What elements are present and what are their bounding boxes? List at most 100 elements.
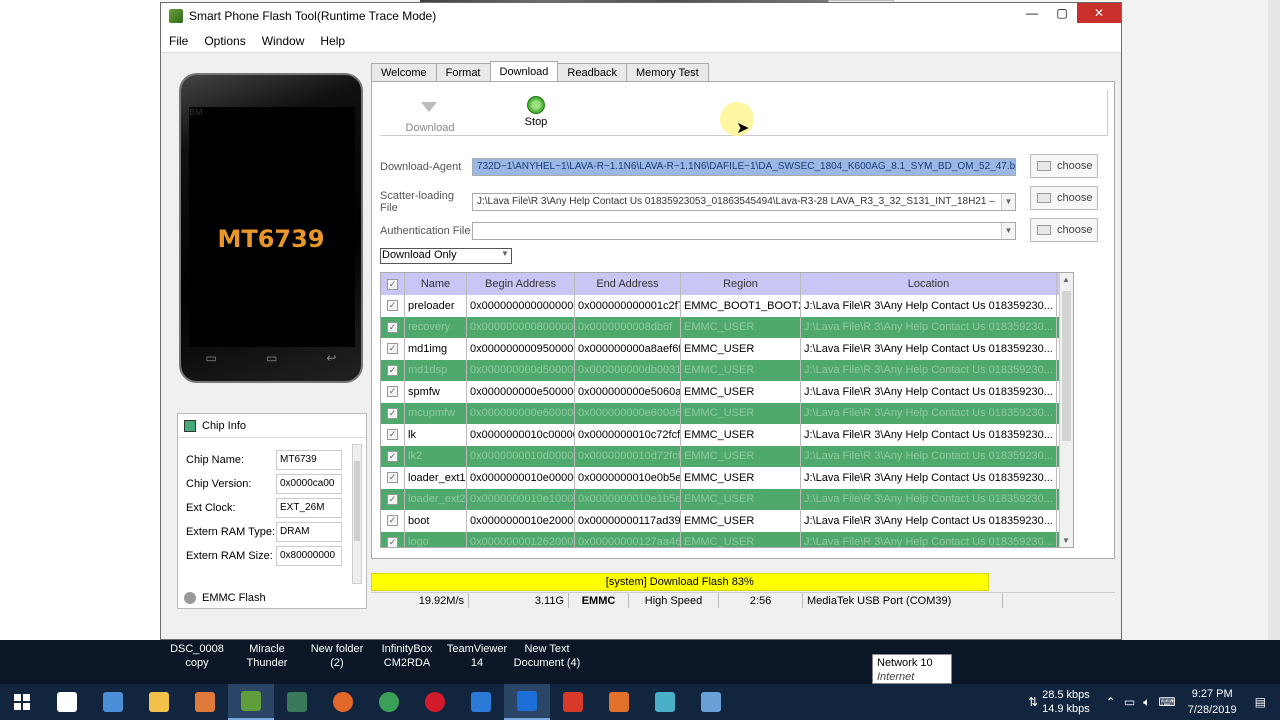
- taskbar-app[interactable]: [182, 684, 228, 720]
- scrollbar-thumb[interactable]: [1062, 291, 1071, 441]
- cell-begin-address: 0x0000000010c00000: [467, 424, 575, 446]
- cell-location: J:\Lava File\R 3\Any Help Contact Us 018…: [801, 531, 1057, 547]
- minimize-button[interactable]: —: [1017, 3, 1047, 23]
- table-row[interactable]: ✓ mcupmfw 0x000000000e600000 0x000000000e60…: [381, 402, 1073, 424]
- start-button[interactable]: [0, 684, 44, 720]
- row-checkbox[interactable]: ✓: [381, 359, 405, 381]
- col-region[interactable]: Region: [681, 273, 801, 295]
- row-checkbox[interactable]: ✓: [381, 338, 405, 360]
- chip-info-scrollbar[interactable]: [352, 444, 362, 584]
- scroll-up-icon[interactable]: ▲: [1062, 275, 1070, 284]
- taskbar-app[interactable]: [228, 684, 274, 720]
- menu-window[interactable]: Window: [254, 34, 313, 48]
- row-checkbox[interactable]: ✓: [381, 510, 405, 532]
- col-location[interactable]: Location: [801, 273, 1057, 295]
- chevron-up-icon[interactable]: ⌃: [1106, 695, 1116, 709]
- col-begin-address[interactable]: Begin Address: [467, 273, 575, 295]
- table-scrollbar[interactable]: ▲ ▼: [1059, 273, 1073, 547]
- cell-name: loader_ext1: [405, 467, 467, 489]
- chip-info-header[interactable]: Chip Info: [178, 414, 366, 438]
- taskbar-app[interactable]: [642, 684, 688, 720]
- download-button[interactable]: Download: [400, 96, 460, 134]
- taskbar-app[interactable]: [320, 684, 366, 720]
- row-checkbox[interactable]: ✓: [381, 295, 405, 317]
- dropdown-arrow-icon[interactable]: ▼: [1001, 194, 1015, 210]
- taskbar-app[interactable]: [44, 684, 90, 720]
- desktop-icon-new-text[interactable]: New Text Document (4): [512, 642, 582, 670]
- taskbar-app[interactable]: [136, 684, 182, 720]
- row-checkbox[interactable]: ✓: [381, 531, 405, 547]
- table-row[interactable]: ✓ spmfw 0x000000000e500000 0x000000000e5060…: [381, 381, 1073, 403]
- choose-download-agent-button[interactable]: choose: [1030, 154, 1098, 178]
- keyboard-icon[interactable]: ⌨: [1158, 695, 1175, 709]
- tab-readback[interactable]: Readback: [557, 63, 627, 81]
- chip-info-title: Chip Info: [202, 419, 247, 432]
- taskbar-app[interactable]: [366, 684, 412, 720]
- clock[interactable]: 9:27 PM 7/28/2019: [1188, 686, 1237, 718]
- tab-welcome[interactable]: Welcome: [371, 63, 437, 81]
- row-checkbox[interactable]: ✓: [381, 381, 405, 403]
- taskbar-app[interactable]: [412, 684, 458, 720]
- table-row[interactable]: ✓ loader_ext2 0x0000000010e10000 0x00000000…: [381, 488, 1073, 510]
- network-icon[interactable]: ▭: [1124, 695, 1135, 709]
- scroll-down-icon[interactable]: ▼: [1062, 536, 1070, 545]
- tab-format[interactable]: Format: [435, 63, 491, 81]
- table-row[interactable]: ✓ lk 0x0000000010c00000 0x0000000010c72fcf E…: [381, 424, 1073, 446]
- cell-end-address: 0x000000000a8aef6f: [575, 338, 681, 360]
- taskbar-app[interactable]: [458, 684, 504, 720]
- table-row[interactable]: ✓ lk2 0x0000000010d00000 0x0000000010d72fcf…: [381, 445, 1073, 467]
- maximize-button[interactable]: ▢: [1047, 3, 1077, 23]
- select-all-checkbox[interactable]: ✓: [381, 273, 405, 295]
- stop-button[interactable]: Stop: [506, 96, 566, 128]
- taskbar-app[interactable]: [90, 684, 136, 720]
- checkbox-checked-icon: ✓: [387, 472, 398, 484]
- download-agent-input[interactable]: 732D~1\ANYHEL~1\LAVA-R~1.1N6\LAVA-R~1.1N…: [472, 158, 1016, 176]
- volume-icon[interactable]: 🔈︎: [1143, 695, 1150, 710]
- table-row[interactable]: ✓ loader_ext1 0x0000000010e00000 0x00000000…: [381, 467, 1073, 489]
- cell-location: J:\Lava File\R 3\Any Help Contact Us 018…: [801, 488, 1057, 510]
- auth-file-input[interactable]: ▼: [472, 222, 1016, 240]
- desktop-icon-teamviewer[interactable]: TeamViewer 14: [442, 642, 512, 670]
- tab-memory-test[interactable]: Memory Test: [625, 63, 709, 81]
- menu-help[interactable]: Help: [312, 34, 353, 48]
- taskbar-app[interactable]: [274, 684, 320, 720]
- taskbar-app[interactable]: [688, 684, 734, 720]
- desktop-icon-miracle[interactable]: Miracle Thunder: [232, 642, 302, 670]
- col-name[interactable]: Name: [405, 273, 467, 295]
- tab-download[interactable]: Download: [489, 61, 559, 81]
- desktop-icon-new-folder[interactable]: New folder (2): [302, 642, 372, 670]
- table-row[interactable]: ✓ md1dsp 0x000000000d500000 0x000000000db00…: [381, 359, 1073, 381]
- row-checkbox[interactable]: ✓: [381, 467, 405, 489]
- table-row[interactable]: ✓ boot 0x0000000010e20000 0x00000000117ad39…: [381, 510, 1073, 532]
- scatter-file-input[interactable]: J:\Lava File\R 3\Any Help Contact Us 018…: [472, 193, 1016, 211]
- table-row[interactable]: ✓ logo 0x0000000012620000 0x00000000127aa46…: [381, 531, 1073, 547]
- row-checkbox[interactable]: ✓: [381, 424, 405, 446]
- taskbar-app[interactable]: [504, 684, 550, 720]
- background-scrollbar[interactable]: [1268, 0, 1280, 640]
- row-checkbox[interactable]: ✓: [381, 316, 405, 338]
- notifications-icon[interactable]: ▤: [1255, 695, 1266, 709]
- desktop-icon-dsc[interactable]: DSC_0008 copy: [162, 642, 232, 670]
- table-row[interactable]: ✓ recovery 0x0000000008000000 0x0000000008d…: [381, 316, 1073, 338]
- table-row[interactable]: ✓ preloader 0x0000000000000000 0x0000000000…: [381, 295, 1073, 317]
- menu-options[interactable]: Options: [196, 34, 253, 48]
- app-teal-icon: [655, 692, 675, 712]
- taskbar-app[interactable]: [596, 684, 642, 720]
- scrollbar-thumb[interactable]: [354, 461, 360, 541]
- title-bar[interactable]: Smart Phone Flash Tool(Runtime Trace Mod…: [161, 3, 1121, 29]
- choose-scatter-button[interactable]: choose: [1030, 186, 1098, 210]
- close-button[interactable]: ✕: [1077, 3, 1121, 23]
- choose-auth-button[interactable]: choose: [1030, 218, 1098, 242]
- icon-label: TeamViewer: [446, 643, 508, 655]
- download-mode-select[interactable]: Download Only ▼: [380, 248, 512, 264]
- emmc-flash-header[interactable]: EMMC Flash: [184, 592, 266, 604]
- table-row[interactable]: ✓ md1img 0x0000000009500000 0x000000000a8ae…: [381, 338, 1073, 360]
- col-end-address[interactable]: End Address: [575, 273, 681, 295]
- menu-file[interactable]: File: [161, 34, 196, 48]
- row-checkbox[interactable]: ✓: [381, 402, 405, 424]
- taskbar-app[interactable]: [550, 684, 596, 720]
- desktop-icon-infinitybox[interactable]: InfinityBox CM2RDA: [372, 642, 442, 670]
- dropdown-arrow-icon[interactable]: ▼: [1001, 223, 1015, 239]
- row-checkbox[interactable]: ✓: [381, 488, 405, 510]
- row-checkbox[interactable]: ✓: [381, 445, 405, 467]
